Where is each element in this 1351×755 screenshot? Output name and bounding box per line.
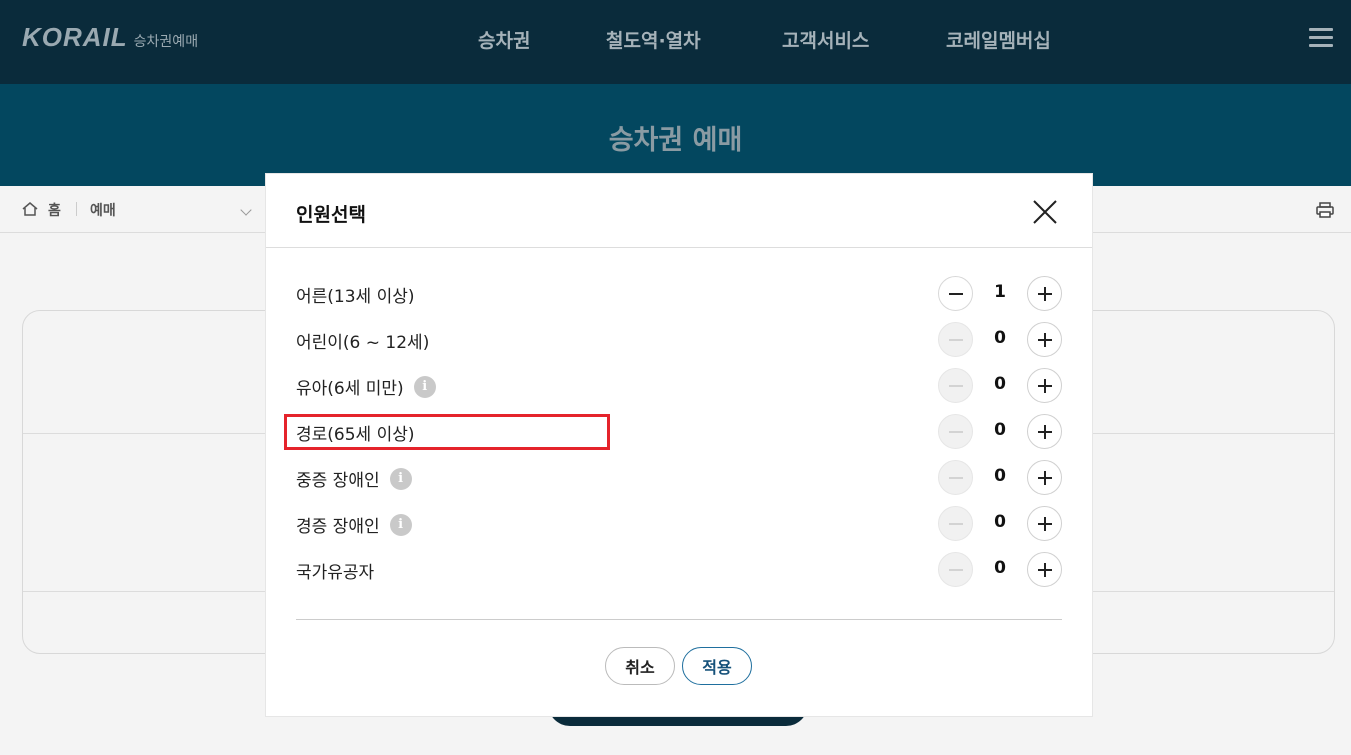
passenger-label-text: 유아(6세 미만)	[296, 379, 404, 399]
decrement-button[interactable]	[938, 460, 973, 495]
decrement-button[interactable]	[938, 506, 973, 541]
passenger-select-modal: 인원선택 어른(13세 이상) 1 어린이(6 ~ 12세) 0 유아(6세 미…	[266, 174, 1092, 716]
passenger-label-text: 경로(65세 이상)	[296, 425, 415, 445]
decrement-button[interactable]	[938, 276, 973, 311]
increment-button[interactable]	[1027, 368, 1062, 403]
passenger-label-text: 경증 장애인	[296, 517, 380, 537]
passenger-count: 0	[994, 466, 1006, 486]
passenger-label-text: 어린이(6 ~ 12세)	[296, 333, 430, 353]
increment-button[interactable]	[1027, 322, 1062, 357]
decrement-button[interactable]	[938, 322, 973, 357]
decrement-button[interactable]	[938, 414, 973, 449]
passenger-row-veteran: 국가유공자 0	[296, 548, 1062, 594]
passenger-row-adult: 어른(13세 이상) 1	[296, 272, 1062, 318]
increment-button[interactable]	[1027, 506, 1062, 541]
info-icon[interactable]: i	[389, 467, 412, 490]
passenger-list: 어른(13세 이상) 1 어린이(6 ~ 12세) 0 유아(6세 미만) i 0…	[296, 272, 1062, 594]
modal-divider	[296, 619, 1062, 620]
passenger-count: 0	[994, 374, 1006, 394]
decrement-button[interactable]	[938, 552, 973, 587]
modal-title: 인원선택	[296, 204, 366, 226]
passenger-label-text: 국가유공자	[296, 563, 375, 583]
passenger-label: 국가유공자	[296, 558, 374, 583]
passenger-row-mild-disabled: 경증 장애인 i 0	[296, 502, 1062, 548]
decrement-button[interactable]	[938, 368, 973, 403]
info-icon[interactable]: i	[389, 513, 412, 536]
info-icon[interactable]: i	[413, 375, 436, 398]
passenger-label: 어른(13세 이상)	[296, 282, 415, 307]
passenger-label-text: 어른(13세 이상)	[296, 287, 415, 307]
passenger-count: 0	[994, 420, 1006, 440]
modal-header: 인원선택	[266, 174, 1092, 248]
passenger-count: 1	[994, 282, 1006, 302]
passenger-label-text: 중증 장애인	[296, 471, 380, 491]
passenger-row-infant: 유아(6세 미만) i 0	[296, 364, 1062, 410]
passenger-label: 중증 장애인 i	[296, 466, 412, 491]
increment-button[interactable]	[1027, 414, 1062, 449]
cancel-button[interactable]: 취소	[605, 647, 675, 685]
passenger-count: 0	[994, 328, 1006, 348]
passenger-label: 유아(6세 미만) i	[296, 374, 436, 399]
passenger-label: 경로(65세 이상)	[296, 420, 415, 445]
increment-button[interactable]	[1027, 276, 1062, 311]
passenger-label: 경증 장애인 i	[296, 512, 412, 537]
passenger-row-severe-disabled: 중증 장애인 i 0	[296, 456, 1062, 502]
passenger-row-child: 어린이(6 ~ 12세) 0	[296, 318, 1062, 364]
passenger-label: 어린이(6 ~ 12세)	[296, 328, 429, 353]
apply-button[interactable]: 적용	[682, 647, 752, 685]
passenger-count: 0	[994, 512, 1006, 532]
increment-button[interactable]	[1027, 552, 1062, 587]
close-icon[interactable]	[1032, 199, 1058, 225]
passenger-row-senior: 경로(65세 이상) 0	[296, 410, 1062, 456]
passenger-count: 0	[994, 558, 1006, 578]
increment-button[interactable]	[1027, 460, 1062, 495]
